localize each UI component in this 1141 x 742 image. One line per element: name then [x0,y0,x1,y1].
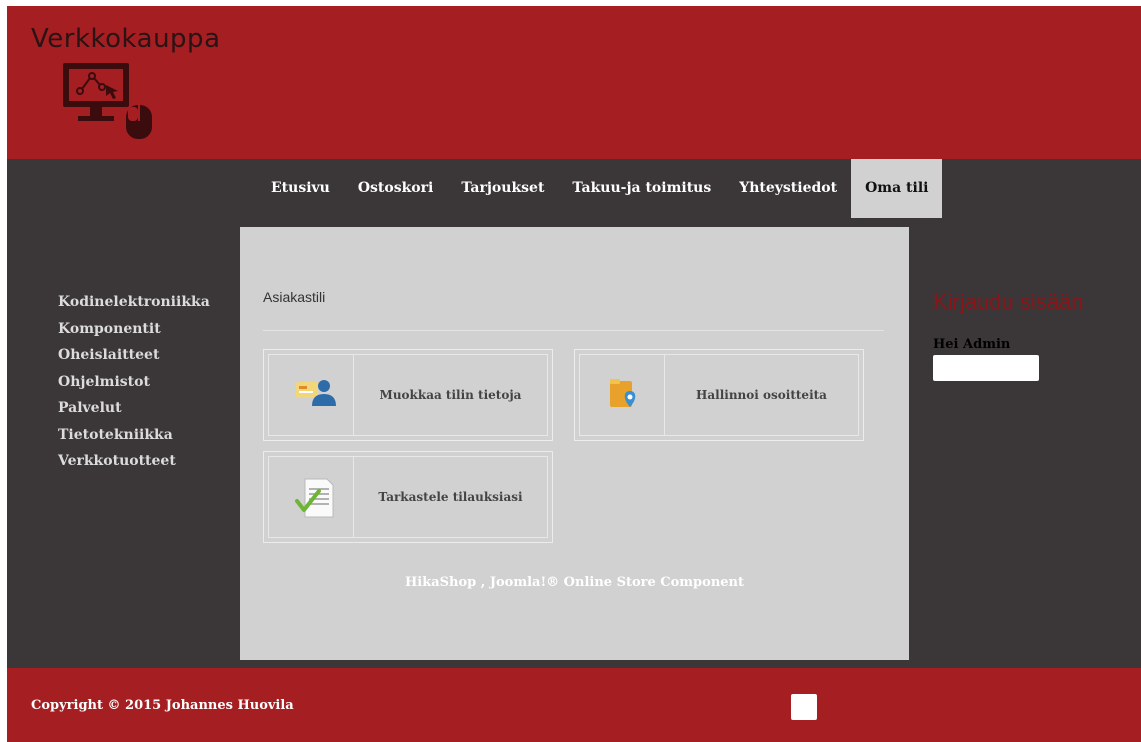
card-inner: Hallinnoi osoitteita [579,354,859,436]
back-to-top-button[interactable] [791,694,817,720]
logout-button[interactable] [933,355,1039,381]
card-label: Muokkaa tilin tietoja [379,388,522,402]
sidebar-item-ohjelmistot[interactable]: Ohjelmistot [58,369,210,396]
sidebar-item-oheislaitteet[interactable]: Oheislaitteet [58,342,210,369]
copyright-text: Copyright © 2015 Johannes Huovila [31,698,294,713]
site-footer: Copyright © 2015 Johannes Huovila [7,668,1141,742]
nav-item-yhteystiedot[interactable]: Yhteystiedot [725,159,851,218]
address-folder-icon [610,379,636,407]
card-icon-cell [269,457,354,537]
nav-item-ostoskori[interactable]: Ostoskori [344,159,448,218]
title-divider [263,330,884,331]
page-frame: Verkkokauppa Etusivu Ostoskori Tarjoukse… [7,6,1141,742]
edit-account-card[interactable]: Muokkaa tilin tietoja [263,349,553,441]
sidebar-item-verkkotuotteet[interactable]: Verkkotuotteet [58,448,210,475]
nav-item-tarjoukset[interactable]: Tarjoukset [447,159,558,218]
sidebar-item-tietotekniikka[interactable]: Tietotekniikka [58,422,210,449]
nav-item-oma-tili[interactable]: Oma tili [851,159,943,218]
site-title[interactable]: Verkkokauppa [31,24,221,54]
login-title: Kirjaudu sisään [933,289,1084,314]
sidebar-item-komponentit[interactable]: Komponentit [58,316,210,343]
user-greeting: Hei Admin [933,337,1011,352]
page-title: Asiakastili [263,289,326,305]
view-orders-card[interactable]: Tarkastele tilauksiasi [263,451,553,543]
sidebar-item-palvelut[interactable]: Palvelut [58,395,210,422]
card-inner: Tarkastele tilauksiasi [268,456,548,538]
login-module: Kirjaudu sisään Hei Admin [933,289,1083,381]
sidebar-item-kodinelektroniikka[interactable]: Kodinelektroniikka [58,289,210,316]
user-card-icon [296,380,336,406]
content-area: Etusivu Ostoskori Tarjoukset Takuu-ja to… [7,159,1141,668]
card-label: Tarkastele tilauksiasi [378,490,523,504]
site-header: Verkkokauppa [7,6,1141,159]
account-panel: Asiakastili Muokkaa tilin tietoja Hallin… [240,227,909,660]
powered-by-link[interactable]: HikaShop , Joomla!® Online Store Compone… [240,575,909,590]
computer-mouse-logo-icon[interactable] [58,61,158,141]
card-icon-cell [580,355,665,435]
manage-addresses-card[interactable]: Hallinnoi osoitteita [574,349,864,441]
order-document-icon [295,478,334,518]
main-nav: Etusivu Ostoskori Tarjoukset Takuu-ja to… [257,159,943,218]
nav-item-takuu-ja-toimitus[interactable]: Takuu-ja toimitus [558,159,725,218]
nav-item-etusivu[interactable]: Etusivu [257,159,344,218]
card-icon-cell [269,355,354,435]
card-label: Hallinnoi osoitteita [696,388,827,402]
category-sidebar: Kodinelektroniikka Komponentit Oheislait… [58,289,210,475]
card-inner: Muokkaa tilin tietoja [268,354,548,436]
